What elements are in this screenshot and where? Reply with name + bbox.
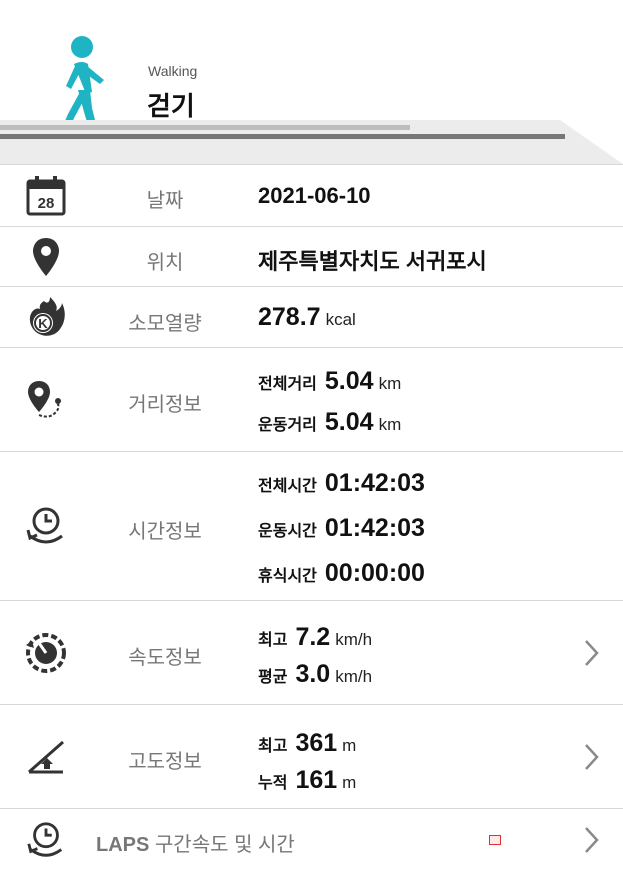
- rest-time-label: 휴식시간: [258, 568, 317, 585]
- exercise-time-value: 01:42:03: [324, 514, 425, 542]
- rest-time-line: 휴식시간 00:00:00: [258, 559, 425, 588]
- laps-label-rest: 구간속도 및 시간: [154, 834, 295, 856]
- altitude-slope-icon: [18, 729, 74, 785]
- exercise-distance-line: 운동거리 5.04 km: [258, 408, 401, 437]
- time-label: 시간정보: [128, 521, 202, 543]
- avg-speed-line: 평균 3.0 km/h: [258, 660, 372, 689]
- speedometer-icon: [18, 625, 74, 681]
- max-altitude-label: 최고: [258, 738, 288, 755]
- laps-row[interactable]: LAPS 구간속도 및 시간: [0, 808, 623, 870]
- altitude-row[interactable]: 고도정보 최고 361 m 누적 161 m: [0, 704, 623, 808]
- cumulative-altitude-value: 161: [295, 766, 338, 794]
- floor-decoration: [0, 120, 623, 164]
- location-label: 위치: [146, 252, 184, 274]
- date-row: 28 날짜 2021-06-10: [0, 164, 623, 226]
- location-row: 위치 제주특별자치도 서귀포시: [0, 226, 623, 286]
- small-red-badge-icon: [489, 835, 501, 845]
- date-value: 2021-06-10: [258, 183, 371, 208]
- clock-cycle-icon: [18, 812, 74, 868]
- location-value: 제주특별자치도 서귀포시: [258, 249, 487, 274]
- time-row: 시간정보 전체시간 01:42:03 운동시간 01:42:03 휴식시간 00:00…: [0, 451, 623, 600]
- max-speed-unit: km/h: [335, 630, 373, 649]
- total-distance-unit: km: [378, 374, 402, 393]
- avg-speed-value: 3.0: [295, 660, 331, 688]
- total-distance-value: 5.04: [324, 367, 374, 395]
- cumulative-altitude-label: 누적: [258, 775, 288, 792]
- exercise-time-line: 운동시간 01:42:03: [258, 514, 425, 543]
- calorie-icon-letter: K: [38, 316, 48, 331]
- chevron-right-icon[interactable]: [581, 825, 601, 855]
- activity-header: Walking 걷기: [0, 0, 623, 164]
- laps-label-prefix: LAPS: [96, 834, 150, 856]
- calories-value: 278.7: [258, 303, 321, 331]
- max-altitude-unit: m: [342, 736, 357, 755]
- location-pin-icon: [18, 229, 74, 285]
- speed-row[interactable]: 속도정보 최고 7.2 km/h 평균 3.0 km/h: [0, 600, 623, 704]
- total-distance-line: 전체거리 5.04 km: [258, 367, 401, 396]
- calendar-icon: 28: [18, 168, 74, 224]
- laps-label: LAPS 구간속도 및 시간: [96, 828, 295, 857]
- exercise-distance-value: 5.04: [324, 408, 374, 436]
- speed-label: 속도정보: [128, 647, 202, 669]
- total-distance-label: 전체거리: [258, 376, 317, 393]
- total-time-label: 전체시간: [258, 478, 317, 495]
- max-altitude-line: 최고 361 m: [258, 729, 356, 758]
- exercise-distance-unit: km: [378, 415, 402, 434]
- calories-unit: kcal: [325, 310, 356, 329]
- total-time-value: 01:42:03: [324, 469, 425, 497]
- calories-label: 소모열량: [128, 313, 202, 335]
- clock-cycle-icon: [18, 498, 74, 554]
- chevron-right-icon[interactable]: [581, 638, 601, 668]
- cumulative-altitude-unit: m: [342, 773, 357, 792]
- route-pin-icon: [18, 372, 74, 428]
- avg-speed-unit: km/h: [335, 667, 373, 686]
- max-speed-line: 최고 7.2 km/h: [258, 623, 372, 652]
- chevron-right-icon[interactable]: [581, 742, 601, 772]
- activity-name-en: Walking: [148, 63, 198, 79]
- date-label: 날짜: [146, 190, 184, 212]
- distance-label: 거리정보: [128, 394, 202, 416]
- rest-time-value: 00:00:00: [324, 559, 425, 587]
- cumulative-altitude-line: 누적 161 m: [258, 766, 356, 795]
- calendar-day-number: 28: [38, 195, 55, 212]
- calorie-flame-icon: K: [18, 289, 74, 345]
- avg-speed-label: 평균: [258, 669, 288, 686]
- distance-row: 거리정보 전체거리 5.04 km 운동거리 5.04 km: [0, 347, 623, 451]
- exercise-time-label: 운동시간: [258, 523, 317, 540]
- max-altitude-value: 361: [295, 729, 338, 757]
- exercise-distance-label: 운동거리: [258, 417, 317, 434]
- max-speed-label: 최고: [258, 632, 288, 649]
- total-time-line: 전체시간 01:42:03: [258, 469, 425, 498]
- max-speed-value: 7.2: [295, 623, 331, 651]
- altitude-label: 고도정보: [128, 751, 202, 773]
- calories-row: K 소모열량 278.7 kcal: [0, 286, 623, 347]
- calories-value-group: 278.7 kcal: [258, 303, 356, 332]
